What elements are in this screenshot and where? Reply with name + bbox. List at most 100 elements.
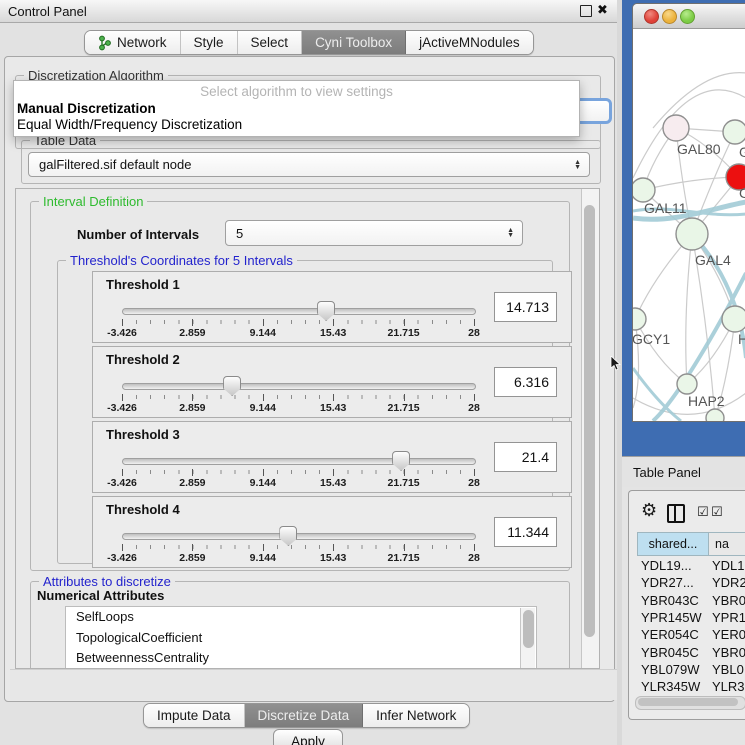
cell[interactable]: YLR3 <box>712 679 745 694</box>
table-horizontal-scrollbar[interactable] <box>635 696 745 710</box>
tab-cyni-toolbox[interactable]: Cyni Toolbox <box>302 31 406 54</box>
tab-impute-data-label: Impute Data <box>157 708 231 723</box>
node-label: GA <box>739 144 745 160</box>
threshold-1-panel: Threshold 1 -3.426 2.859 9.144 15.43 21.… <box>92 271 572 343</box>
slider-track[interactable] <box>122 308 476 315</box>
tab-select[interactable]: Select <box>238 31 303 54</box>
close-traffic-light-icon[interactable] <box>644 9 659 24</box>
tick-label: 2.859 <box>179 327 205 339</box>
threshold-4-slider[interactable]: -3.426 2.859 9.144 15.43 21.715 28 <box>122 527 474 565</box>
slider-minor-ticks <box>122 470 475 474</box>
cell[interactable]: YDR2 <box>712 575 745 590</box>
algorithm-dropdown-popup: Select algorithm to view settings Manual… <box>13 80 580 137</box>
cell[interactable]: YER054C <box>637 627 712 642</box>
network-window-titlebar[interactable] <box>633 4 745 29</box>
slider-track[interactable] <box>122 533 476 540</box>
table-row[interactable]: YDL19...YDL1 <box>637 557 745 574</box>
column-header-shared-name[interactable]: shared... <box>637 532 709 556</box>
list-item[interactable]: TopologicalCoefficient <box>66 628 536 649</box>
slider-thumb[interactable] <box>279 526 297 546</box>
tab-infer-network[interactable]: Infer Network <box>363 704 469 727</box>
tick-label: 9.144 <box>250 477 276 489</box>
interval-definition-group: Interval Definition Number of Intervals … <box>30 201 570 571</box>
node-gal80[interactable] <box>663 115 689 141</box>
top-tab-bar: Network Style Select Cyni Toolbox jActiv… <box>84 30 534 55</box>
cell[interactable]: YLR345W <box>637 679 712 694</box>
cell[interactable]: YDL19... <box>637 558 712 573</box>
cell[interactable]: YBR0 <box>712 645 745 660</box>
cell[interactable]: YDL1 <box>712 558 745 573</box>
apply-button[interactable]: Apply <box>273 729 343 745</box>
table-row[interactable]: YER054CYER0 <box>637 626 745 643</box>
list-item[interactable]: SelfLoops <box>66 607 536 628</box>
screen: Control Panel ✖ Network Style Select Cyn… <box>0 0 745 745</box>
threshold-2-value[interactable]: 6.316 <box>494 367 557 397</box>
node-bottom[interactable] <box>706 409 724 421</box>
cell[interactable]: YPR145W <box>637 610 712 625</box>
attributes-list[interactable]: SelfLoops TopologicalCoefficient Between… <box>65 606 537 669</box>
cell[interactable]: YBR043C <box>637 593 712 608</box>
table-row[interactable]: YBL079WYBL0 <box>637 661 745 678</box>
threshold-3-slider[interactable]: -3.426 2.859 9.144 15.43 21.715 28 <box>122 452 474 490</box>
gear-icon[interactable]: ⚙ <box>641 500 657 521</box>
threshold-2-slider[interactable]: -3.426 2.859 9.144 15.43 21.715 28 <box>122 377 474 415</box>
algorithm-option-equal-width[interactable]: Equal Width/Frequency Discretization <box>17 117 242 132</box>
cell[interactable]: YDR27... <box>637 575 712 590</box>
checkbox-icon[interactable]: ☑ <box>711 504 723 520</box>
threshold-4-value[interactable]: 11.344 <box>494 517 557 547</box>
threshold-1-slider[interactable]: -3.426 2.859 9.144 15.43 21.715 28 <box>122 302 474 340</box>
tab-network[interactable]: Network <box>85 31 181 54</box>
algorithm-option-manual[interactable]: Manual Discretization <box>17 101 156 116</box>
tab-impute-data[interactable]: Impute Data <box>144 704 245 727</box>
cell[interactable]: YBR045C <box>637 645 712 660</box>
algorithm-hint-item[interactable]: Select algorithm to view settings <box>14 84 579 99</box>
num-intervals-combo[interactable]: 5 ▲▼ <box>225 220 523 246</box>
node-h[interactable] <box>722 306 745 332</box>
network-view-window[interactable]: GAL80 GA C GAL11 GAL4 GCY1 H HAP2 <box>632 3 745 422</box>
threshold-1-value[interactable]: 14.713 <box>494 292 557 322</box>
minimize-traffic-light-icon[interactable] <box>662 9 677 24</box>
column-header-name[interactable]: na <box>709 532 745 556</box>
threshold-3-value[interactable]: 21.4 <box>494 442 557 472</box>
checkbox-icon[interactable]: ☑ <box>697 504 709 520</box>
tab-discretize-data[interactable]: Discretize Data <box>245 704 364 727</box>
cell[interactable]: YBL079W <box>637 662 712 677</box>
list-scrollbar[interactable] <box>520 608 535 668</box>
cell[interactable]: YPR1 <box>712 610 745 625</box>
threshold-1-label: Threshold 1 <box>106 277 180 292</box>
cell[interactable]: YBL0 <box>712 662 745 677</box>
slider-thumb[interactable] <box>392 451 410 471</box>
tab-discretize-data-label: Discretize Data <box>258 708 350 723</box>
list-item[interactable]: BetweennessCentrality <box>66 648 536 669</box>
table-row[interactable]: YBR045CYBR0 <box>637 643 745 660</box>
table-row[interactable]: YPR145WYPR1 <box>637 609 745 626</box>
node-gal11[interactable] <box>633 178 655 202</box>
table-row[interactable]: YDR27...YDR2 <box>637 574 745 591</box>
slider-track[interactable] <box>122 383 476 390</box>
tab-jactivemnodules[interactable]: jActiveMNodules <box>406 31 533 54</box>
tick-label: 21.715 <box>388 402 420 414</box>
table-data-combo[interactable]: galFiltered.sif default node ▲▼ <box>28 152 590 177</box>
close-icon[interactable]: ✖ <box>597 2 608 18</box>
network-graph-canvas[interactable]: GAL80 GA C GAL11 GAL4 GCY1 H HAP2 <box>633 28 745 421</box>
tab-infer-network-label: Infer Network <box>376 708 456 723</box>
float-window-icon[interactable] <box>580 5 592 17</box>
slider-thumb[interactable] <box>223 376 241 396</box>
cell[interactable]: YER0 <box>712 627 745 642</box>
slider-thumb[interactable] <box>317 301 335 321</box>
zoom-traffic-light-icon[interactable] <box>680 9 695 24</box>
node-hap2[interactable] <box>677 374 697 394</box>
node-gal4[interactable] <box>676 218 708 250</box>
num-intervals-label: Number of Intervals <box>77 227 199 242</box>
tab-style[interactable]: Style <box>181 31 238 54</box>
node-ga[interactable] <box>723 120 745 144</box>
node-gcy1[interactable] <box>633 308 646 330</box>
table-row[interactable]: YLR345WYLR3 <box>637 678 745 695</box>
cell[interactable]: YBR0 <box>712 593 745 608</box>
control-panel-titlebar: Control Panel ✖ <box>0 0 617 23</box>
threshold-3-panel: Threshold 3 -3.426 2.859 9.144 15.43 21.… <box>92 421 572 493</box>
panel-scrollbar[interactable] <box>581 189 599 668</box>
column-settings-icon[interactable] <box>667 504 685 523</box>
slider-track[interactable] <box>122 458 476 465</box>
table-row[interactable]: YBR043CYBR0 <box>637 592 745 609</box>
